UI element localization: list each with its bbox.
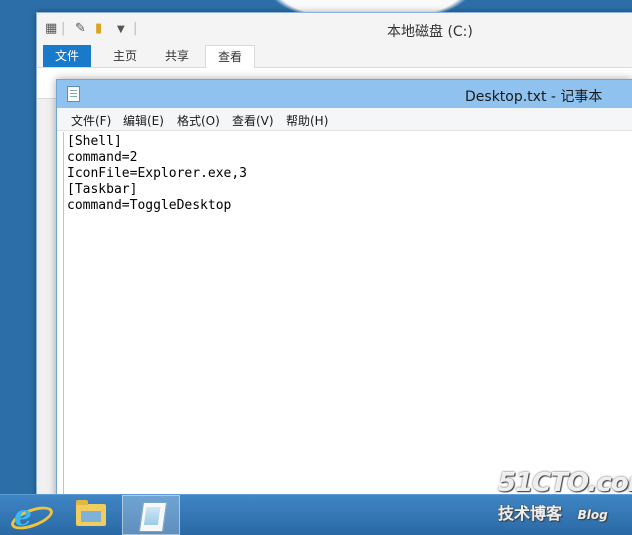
menu-help[interactable]: 帮助(H) [286,112,328,129]
explorer-window-title: 本地磁盘 (C:) [387,24,473,40]
tab-home[interactable]: 主页 [101,45,149,67]
chevron-down-icon[interactable]: ▼ [117,24,125,35]
menu-view[interactable]: 查看(V) [232,112,274,129]
notepad-window[interactable]: Desktop.txt - 记事本 文件(F) 编辑(E) 格式(O) 查看(V… [56,79,632,501]
file-explorer-icon [76,500,106,526]
new-folder-icon[interactable]: ▮ [95,21,102,36]
properties-icon[interactable]: ▦ [45,21,57,36]
watermark-logo: 51CTO.com 技术博客 Blog [498,468,632,524]
menu-format[interactable]: 格式(O) [177,112,220,129]
tab-file[interactable]: 文件 [43,45,92,67]
notepad-app-icon[interactable] [67,86,80,102]
taskbar-internet-explorer[interactable]: e [2,495,60,535]
notepad-icon [138,502,168,532]
taskbar-file-explorer[interactable] [62,495,120,535]
watermark-main-text: 51CTO.com [498,468,632,498]
internet-explorer-icon: e [14,499,32,532]
notepad-window-title: Desktop.txt - 记事本 [465,89,603,105]
ribbon-tabs: 文件 主页 共享 查看 [37,45,632,68]
watermark-blog-text: Blog [577,508,608,522]
notepad-text-area[interactable]: [Shell] command=2 IconFile=Explorer.exe,… [63,132,632,500]
menu-edit[interactable]: 编辑(E) [123,112,164,129]
new-document-icon[interactable]: ✎ [75,21,86,36]
notepad-content[interactable]: [Shell] command=2 IconFile=Explorer.exe,… [64,132,632,216]
watermark-sub-text: 技术博客 [498,504,563,523]
explorer-title-bar[interactable]: ▦ | ✎ ▮ ▼ | 本地磁盘 (C:) [37,13,632,45]
notepad-title-bar[interactable]: Desktop.txt - 记事本 [57,80,632,108]
notepad-menu-bar: 文件(F) 编辑(E) 格式(O) 查看(V) 帮助(H) [57,108,632,131]
taskbar-notepad[interactable] [122,495,180,535]
menu-file[interactable]: 文件(F) [71,112,111,129]
tab-share[interactable]: 共享 [153,45,201,67]
tab-view[interactable]: 查看 [205,45,256,68]
